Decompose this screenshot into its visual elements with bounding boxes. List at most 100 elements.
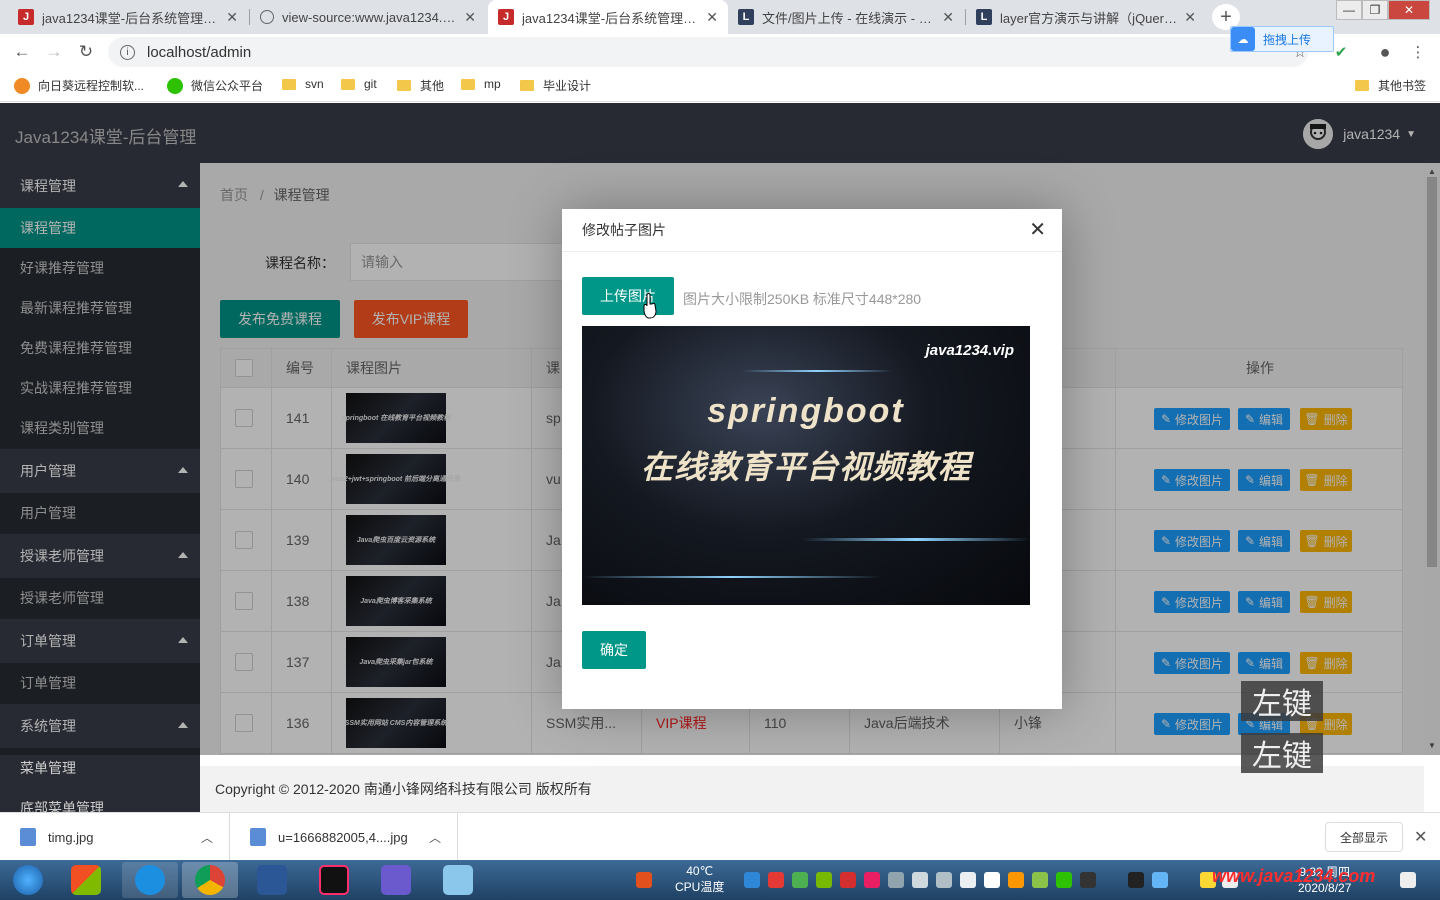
folder-icon	[397, 80, 411, 91]
other-bookmarks-folder[interactable]: 其他书签	[1355, 77, 1426, 94]
download-bar: timg.jpg ︿ u=1666882005,4....jpg ︿ 全部显示 …	[0, 812, 1440, 861]
tray-icon[interactable]	[864, 872, 880, 888]
download-filename: u=1666882005,4....jpg	[278, 829, 408, 845]
confirm-button[interactable]: 确定	[582, 631, 646, 669]
forward-icon[interactable]: →	[43, 41, 65, 63]
bookmark-item[interactable]: 微信公众平台	[167, 77, 263, 94]
browser-tab[interactable]: J java1234课堂-后台系统管理页面 ✕	[8, 0, 248, 34]
tray-icon[interactable]	[960, 872, 976, 888]
close-window-button[interactable]: ✕	[1388, 0, 1430, 20]
tray-icon[interactable]	[936, 872, 952, 888]
tray-icon[interactable]	[840, 872, 856, 888]
tray-icon[interactable]	[912, 872, 928, 888]
taskbar-app[interactable]	[368, 862, 424, 898]
java1234-favicon-icon: J	[498, 9, 514, 25]
sogou-icon[interactable]	[636, 872, 652, 888]
tab-title: view-source:www.java1234.vip	[282, 9, 459, 25]
folder-icon	[520, 80, 534, 91]
close-icon[interactable]: ✕	[1029, 220, 1046, 240]
minimize-window-button[interactable]: —	[1336, 0, 1362, 20]
taskbar-app[interactable]	[244, 862, 300, 898]
image-watermark: java1234.vip	[925, 342, 1014, 359]
folder-icon	[1355, 80, 1369, 91]
close-icon[interactable]: ✕	[1414, 827, 1427, 847]
back-icon[interactable]: ←	[11, 41, 33, 63]
tab-title: java1234课堂-后台系统管理页面	[42, 10, 221, 26]
download-item[interactable]: u=1666882005,4....jpg ︿	[230, 813, 458, 861]
tab-title: layer官方演示与讲解（jQuery弹	[1000, 10, 1179, 26]
bookmark-label: 微信公众平台	[191, 79, 264, 93]
key-hint-overlay: 左键	[1241, 733, 1323, 773]
close-tab-icon[interactable]: ✕	[464, 9, 476, 26]
show-all-downloads-button[interactable]: 全部显示	[1325, 822, 1403, 852]
taskbar-app[interactable]	[122, 862, 178, 898]
globe-icon	[260, 10, 274, 24]
browser-tab[interactable]: L 文件/图片上传 - 在线演示 - Layui ✕	[728, 0, 964, 34]
close-tab-icon[interactable]: ✕	[706, 9, 718, 26]
sidebar-item-label: 菜单管理	[20, 760, 76, 776]
bookmark-folder[interactable]: 其他	[397, 77, 444, 94]
drag-upload-widget[interactable]: ☁ 拖拽上传	[1230, 26, 1334, 52]
browser-tab[interactable]: view-source:www.java1234.vip ✕	[250, 0, 486, 34]
browser-tab-active[interactable]: J java1234课堂-后台系统管理页面 ✕	[488, 0, 728, 34]
reload-icon[interactable]: ↻	[75, 41, 97, 63]
bookmark-folder[interactable]: mp	[461, 77, 501, 91]
drag-upload-label: 拖拽上传	[1263, 32, 1312, 47]
browser-tab-bar: J java1234课堂-后台系统管理页面 ✕ view-source:www.…	[0, 0, 1440, 34]
sidebar-item-footer-menu[interactable]: 底部菜单管理	[0, 788, 200, 813]
image-file-icon	[20, 828, 36, 846]
bookmark-label: 毕业设计	[543, 79, 592, 93]
chevron-up-icon[interactable]: ︿	[201, 829, 213, 846]
download-item[interactable]: timg.jpg ︿	[0, 813, 230, 861]
editor-icon	[381, 865, 411, 895]
sunflower-icon	[14, 77, 30, 94]
close-tab-icon[interactable]: ✕	[1184, 9, 1196, 26]
action-center-icon[interactable]	[1400, 872, 1416, 888]
bookmark-item[interactable]: 向日葵远程控制软...	[14, 77, 144, 94]
tray-icon[interactable]	[1008, 872, 1024, 888]
network-icon[interactable]	[1152, 872, 1168, 888]
chrome-icon	[195, 865, 225, 895]
info-icon[interactable]: i	[120, 44, 135, 60]
extension-check-icon[interactable]: ✔	[1331, 42, 1351, 62]
bookmark-folder[interactable]: svn	[282, 77, 324, 91]
shield-icon[interactable]	[792, 872, 808, 888]
start-button[interactable]	[0, 862, 56, 898]
address-bar[interactable]: i localhost/admin	[108, 37, 1308, 67]
tray-icon[interactable]	[744, 872, 760, 888]
chevron-up-icon[interactable]: ︿	[429, 829, 441, 846]
tab-title: 文件/图片上传 - 在线演示 - Layui	[762, 10, 937, 26]
nvidia-icon[interactable]	[816, 872, 832, 888]
browser-tab[interactable]: L layer官方演示与讲解（jQuery弹 ✕	[966, 0, 1206, 34]
qq-browser-icon	[135, 865, 165, 895]
close-tab-icon[interactable]: ✕	[226, 9, 238, 26]
upload-image-button[interactable]: 上传图片	[582, 277, 674, 315]
layui-favicon-icon: L	[738, 9, 754, 25]
bookmark-folder[interactable]: 毕业设计	[520, 77, 591, 94]
maximize-window-button[interactable]: ❐	[1362, 0, 1388, 20]
bookmark-label: 其他书签	[1378, 79, 1427, 93]
menu-kebab-icon[interactable]: ⋮	[1408, 42, 1428, 62]
browser-toolbar: ← → ↻ i localhost/admin ☆ ✔ ● ⋮	[0, 34, 1440, 70]
tray-icon[interactable]	[1032, 872, 1048, 888]
tray-icon[interactable]	[888, 872, 904, 888]
taskbar-app[interactable]	[58, 862, 114, 898]
taskbar-app[interactable]	[182, 862, 238, 898]
site-watermark: www.java1234.com	[1212, 866, 1376, 886]
folder-icon	[461, 78, 475, 90]
profile-icon[interactable]: ●	[1375, 42, 1395, 62]
bookmark-folder[interactable]: git	[341, 77, 377, 91]
notepad-icon	[443, 865, 473, 895]
java1234-favicon-icon: J	[18, 9, 34, 25]
bookmark-label: git	[364, 77, 377, 91]
qq-icon[interactable]	[1080, 872, 1096, 888]
close-tab-icon[interactable]: ✕	[942, 9, 954, 26]
image-title-line2: 在线教育平台视频教程	[640, 449, 971, 485]
qq-icon[interactable]	[1128, 872, 1144, 888]
tray-icon[interactable]	[768, 872, 784, 888]
taskbar-app[interactable]	[306, 862, 362, 898]
wechat-icon[interactable]	[1056, 872, 1072, 888]
notification-icon[interactable]	[984, 872, 1000, 888]
taskbar-app[interactable]	[430, 862, 486, 898]
cpu-temperature: 40℃ CPU温度	[675, 863, 724, 895]
